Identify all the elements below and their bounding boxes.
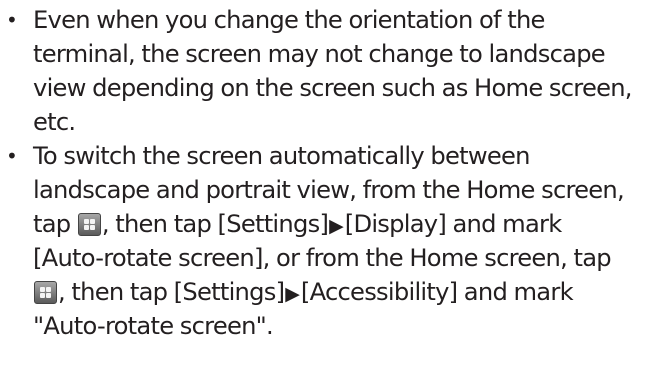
- apps-grid-icon: [34, 281, 57, 304]
- note-line: , then tap [Settings]▶[Accessibility] an…: [33, 275, 669, 309]
- bullet: •: [6, 144, 18, 168]
- right-triangle-icon: ▶: [285, 283, 300, 305]
- note-line: [Auto-rotate screen], or from the Home s…: [33, 244, 612, 272]
- note-line: terminal, the screen may not change to l…: [33, 40, 606, 68]
- apps-grid-icon: [77, 213, 101, 236]
- note-line: etc.: [33, 108, 76, 136]
- text-tap: tap: [33, 210, 77, 238]
- text-display: [Display] and mark: [344, 210, 562, 238]
- manual-page: • Even when you change the orientation o…: [0, 0, 669, 374]
- note-line: landscape and portrait view, from the Ho…: [33, 176, 625, 204]
- text-settings: , then tap [Settings]: [58, 278, 285, 306]
- note-line: Even when you change the orientation of …: [33, 6, 545, 34]
- bullet: •: [6, 8, 18, 32]
- note-line: view depending on the screen such as Hom…: [33, 74, 633, 102]
- text-accessibility: [Accessibility] and mark: [300, 278, 574, 306]
- notes-list: • Even when you change the orientation o…: [0, 3, 669, 343]
- right-triangle-icon: ▶: [329, 215, 344, 237]
- note-line: "Auto-rotate screen".: [33, 312, 274, 340]
- note-line: tap , then tap [Settings]▶[Display] and …: [33, 207, 669, 241]
- note-orientation: • Even when you change the orientation o…: [0, 3, 669, 139]
- note-auto-rotate: • To switch the screen automatically bet…: [0, 139, 669, 343]
- note-line: To switch the screen automatically betwe…: [33, 142, 530, 170]
- text-settings: , then tap [Settings]: [101, 210, 329, 238]
